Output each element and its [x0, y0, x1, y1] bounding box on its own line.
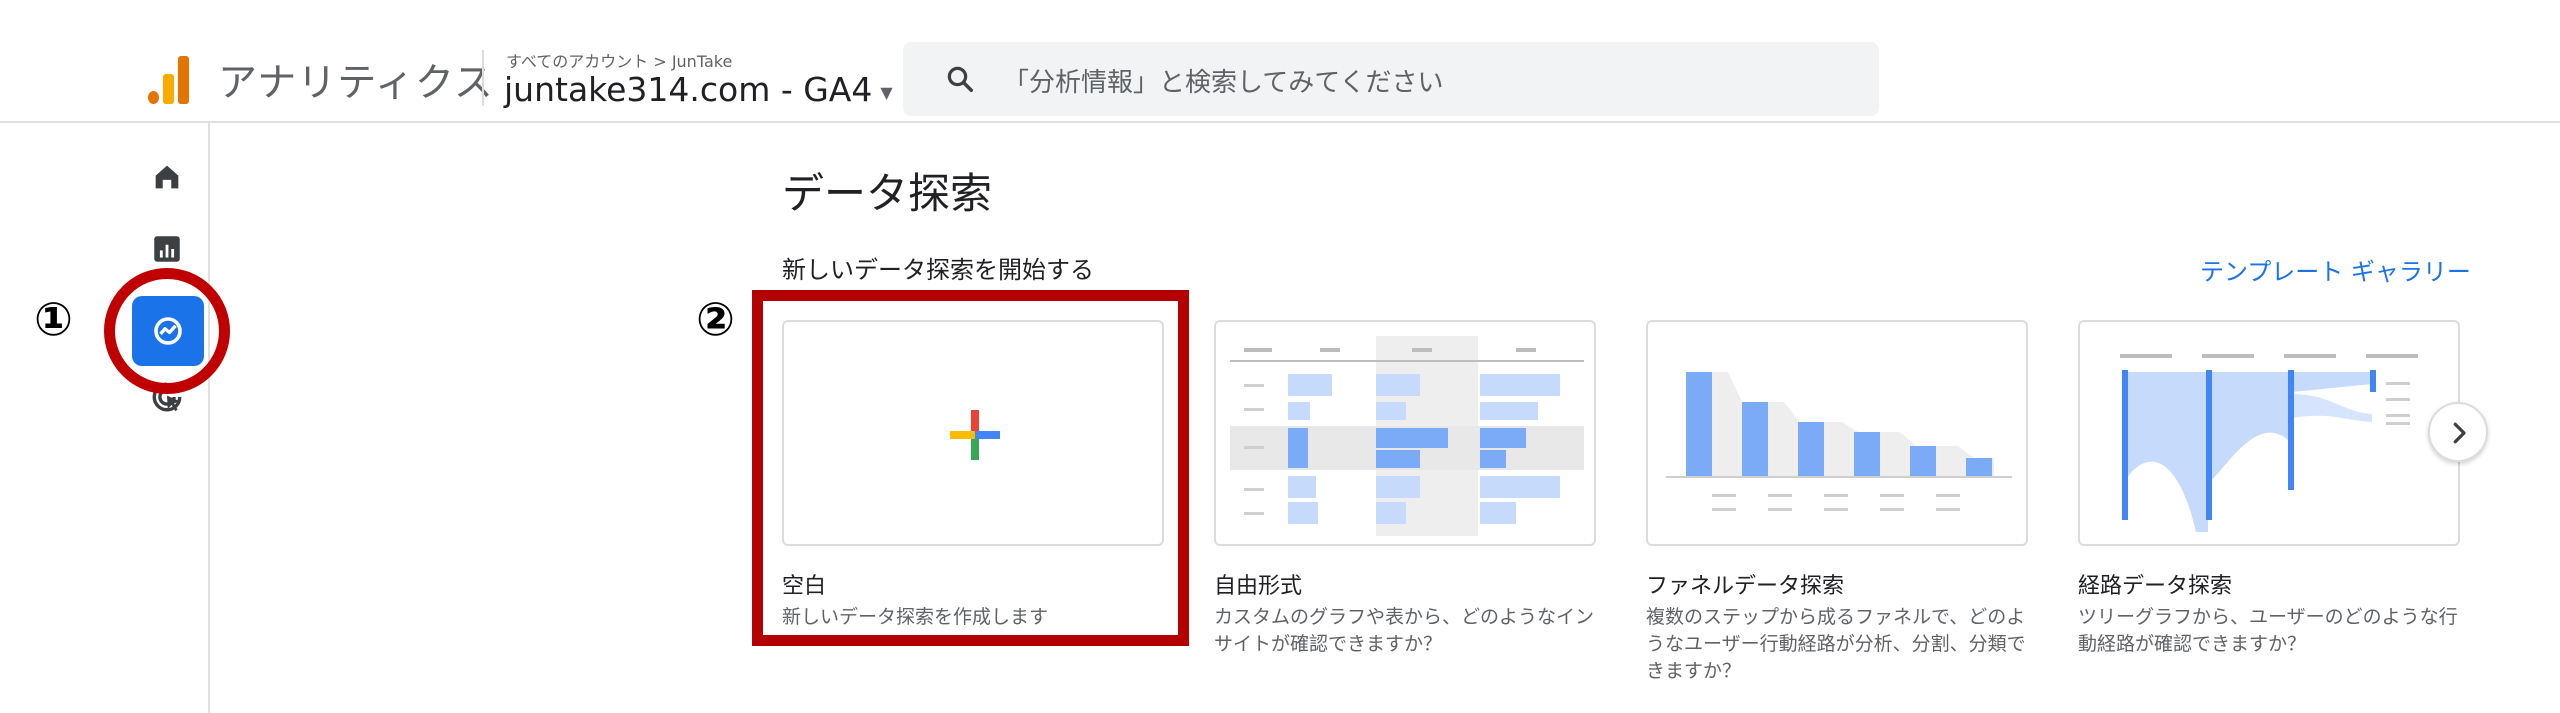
left-nav-rail — [0, 123, 210, 713]
carousel-next-button[interactable] — [2428, 402, 2488, 462]
bar-chart-icon[interactable] — [150, 232, 184, 266]
card-blank-desc: 新しいデータ探索を作成します — [782, 606, 1049, 628]
funnel-thumbnail-icon — [1666, 372, 2012, 511]
path-thumbnail-icon — [2120, 354, 2418, 532]
card-path[interactable] — [2078, 320, 2460, 546]
top-header: アナリティクス すべてのアカウント > JunTake juntake314.c… — [0, 0, 2560, 123]
plus-icon — [950, 410, 1000, 460]
card-free-form-title: 自由形式 — [1214, 574, 1303, 599]
card-path-desc: ツリーグラフから、ユーザーのどのような行動経路が確認できますか？ — [2078, 606, 2458, 655]
template-gallery-link[interactable]: テンプレート ギャラリー — [2200, 252, 2471, 287]
search-bar[interactable]: 「分析情報」と検索してみてください — [903, 42, 1879, 116]
property-name: juntake314.com - GA4 — [504, 70, 873, 109]
card-funnel-title: ファネルデータ探索 — [1646, 574, 1845, 599]
free-form-thumbnail-icon — [1230, 336, 1584, 536]
home-icon[interactable] — [150, 160, 184, 194]
card-free-form[interactable] — [1214, 320, 1596, 546]
analytics-logo-icon[interactable] — [148, 56, 190, 104]
annotation-marker-1: ① — [34, 292, 73, 346]
page-title: データ探索 — [782, 169, 993, 218]
card-funnel[interactable] — [1646, 320, 2028, 546]
app-title[interactable]: アナリティクス — [218, 52, 494, 108]
search-icon — [947, 66, 973, 92]
account-breadcrumb[interactable]: すべてのアカウント > JunTake — [506, 48, 732, 72]
annotation-marker-2: ② — [696, 292, 735, 346]
header-divider — [482, 50, 484, 106]
chevron-right-icon — [2453, 422, 2466, 444]
property-selector[interactable]: juntake314.com - GA4 ▼ — [504, 70, 893, 109]
card-funnel-desc: 複数のステップから成るファネルで、どのようなユーザー行動経路が分析、分割、分類で… — [1646, 606, 2026, 682]
section-title: 新しいデータ探索を開始する — [782, 256, 1094, 284]
dropdown-caret-icon: ▼ — [880, 83, 893, 102]
card-blank[interactable] — [782, 320, 1164, 546]
card-path-title: 経路データ探索 — [2078, 574, 2233, 599]
highlight-ring-explore — [104, 268, 230, 394]
card-free-form-desc: カスタムのグラフや表から、どのようなインサイトが確認できますか？ — [1214, 606, 1595, 655]
card-blank-title: 空白 — [782, 574, 827, 599]
search-placeholder: 「分析情報」と検索してみてください — [1003, 68, 1444, 98]
